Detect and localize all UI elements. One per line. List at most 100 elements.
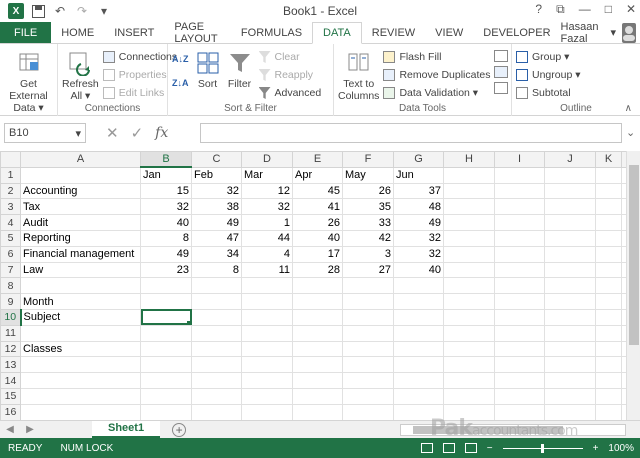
cell-d7[interactable]: 11 xyxy=(241,261,293,279)
sheet-tab-sheet1[interactable]: Sheet1 xyxy=(92,420,161,439)
cell-e16[interactable] xyxy=(292,403,343,421)
cell-c1[interactable]: Feb xyxy=(191,166,242,184)
cell-d1[interactable]: Mar xyxy=(241,166,293,184)
cell-i6[interactable] xyxy=(494,245,545,263)
cell-f6[interactable]: 3 xyxy=(342,245,394,263)
cell-d14[interactable] xyxy=(241,372,293,389)
edit-links-button[interactable]: Edit Links xyxy=(102,84,177,102)
sort-z-a-button[interactable]: Z↓A xyxy=(172,74,189,92)
cell-e12[interactable] xyxy=(292,340,343,358)
cell-j13[interactable] xyxy=(544,356,596,374)
cell-f13[interactable] xyxy=(342,356,394,374)
page-break-view-icon[interactable] xyxy=(464,443,477,453)
cell-e6[interactable]: 17 xyxy=(292,245,343,263)
normal-view-icon[interactable] xyxy=(420,443,433,453)
row-header-5[interactable]: 5 xyxy=(0,229,21,247)
cell-e4[interactable]: 26 xyxy=(292,214,343,231)
formula-input[interactable] xyxy=(200,123,622,143)
cell-j12[interactable] xyxy=(544,340,596,358)
zoom-level[interactable]: 100% xyxy=(608,443,634,454)
cell-h11[interactable] xyxy=(443,324,495,342)
vertical-scroll-thumb[interactable] xyxy=(629,165,639,345)
cell-g14[interactable] xyxy=(393,372,444,389)
close-icon[interactable]: ✕ xyxy=(626,2,636,17)
cell-a16[interactable] xyxy=(20,403,141,421)
flash-fill-button[interactable]: Flash Fill xyxy=(383,48,490,66)
cell-a1[interactable] xyxy=(20,166,141,184)
cell-c12[interactable] xyxy=(191,340,242,358)
collapse-ribbon-icon[interactable]: ∧ xyxy=(625,103,632,114)
cell-a5[interactable]: Reporting xyxy=(20,229,141,247)
cell-d16[interactable] xyxy=(241,403,293,421)
cell-j2[interactable] xyxy=(544,182,596,200)
cell-a3[interactable]: Tax xyxy=(20,198,141,216)
page-layout-view-icon[interactable] xyxy=(442,443,455,453)
cell-i10[interactable] xyxy=(494,308,545,326)
cell-g2[interactable]: 37 xyxy=(393,182,444,200)
cell-a14[interactable] xyxy=(20,372,141,389)
cell-g12[interactable] xyxy=(393,340,444,358)
what-if-analysis-icon[interactable] xyxy=(494,66,509,78)
column-header-j[interactable]: J xyxy=(544,151,596,168)
cell-h14[interactable] xyxy=(443,372,495,389)
cell-b8[interactable] xyxy=(140,277,192,295)
cell-k3[interactable] xyxy=(595,198,622,216)
cell-k6[interactable] xyxy=(595,245,622,263)
cell-g9[interactable] xyxy=(393,293,444,310)
cell-h1[interactable] xyxy=(443,166,495,184)
cell-a8[interactable] xyxy=(20,277,141,295)
row-header-16[interactable]: 16 xyxy=(0,403,21,421)
cell-i2[interactable] xyxy=(494,182,545,200)
row-header-1[interactable]: 1 xyxy=(0,166,21,184)
column-header-d[interactable]: D xyxy=(241,151,293,168)
cell-g4[interactable]: 49 xyxy=(393,214,444,231)
cell-h5[interactable] xyxy=(443,229,495,247)
cancel-icon[interactable]: ✕ xyxy=(106,124,119,142)
cell-a11[interactable] xyxy=(20,324,141,342)
cell-k1[interactable] xyxy=(595,166,622,184)
ungroup-button[interactable]: Ungroup ▾ xyxy=(516,66,636,84)
cell-b16[interactable] xyxy=(140,403,192,421)
cell-k10[interactable] xyxy=(595,308,622,326)
cell-d11[interactable] xyxy=(241,324,293,342)
cell-e8[interactable] xyxy=(292,277,343,295)
expand-formula-bar-icon[interactable]: ⌄ xyxy=(626,126,635,139)
cell-h13[interactable] xyxy=(443,356,495,374)
cell-e2[interactable]: 45 xyxy=(292,182,343,200)
subtotal-button[interactable]: Subtotal xyxy=(516,84,636,102)
cell-g3[interactable]: 48 xyxy=(393,198,444,216)
cell-h8[interactable] xyxy=(443,277,495,295)
cell-a10[interactable]: Subject xyxy=(20,308,141,326)
group-button[interactable]: Group ▾ xyxy=(516,48,636,66)
cell-d15[interactable] xyxy=(241,387,293,405)
cell-c16[interactable] xyxy=(191,403,242,421)
get-external-data-button[interactable]: Get External Data ▾ xyxy=(4,50,53,114)
tab-view[interactable]: VIEW xyxy=(425,22,473,43)
cell-d12[interactable] xyxy=(241,340,293,358)
tab-developer[interactable]: DEVELOPER xyxy=(473,22,560,43)
column-header-e[interactable]: E xyxy=(292,151,343,168)
cell-b4[interactable]: 40 xyxy=(140,214,192,231)
cell-d5[interactable]: 44 xyxy=(241,229,293,247)
cell-f9[interactable] xyxy=(342,293,394,310)
row-header-4[interactable]: 4 xyxy=(0,214,21,231)
cell-g8[interactable] xyxy=(393,277,444,295)
cell-e5[interactable]: 40 xyxy=(292,229,343,247)
name-box-dropdown-icon[interactable]: ▾ xyxy=(75,127,81,140)
add-sheet-icon[interactable]: + xyxy=(172,422,187,437)
cell-a7[interactable]: Law xyxy=(20,261,141,279)
tab-data[interactable]: DATA xyxy=(312,22,362,44)
cell-h6[interactable] xyxy=(443,245,495,263)
cell-c9[interactable] xyxy=(191,293,242,310)
cell-e11[interactable] xyxy=(292,324,343,342)
cell-c8[interactable] xyxy=(191,277,242,295)
cell-f10[interactable] xyxy=(342,308,394,326)
cell-k13[interactable] xyxy=(595,356,622,374)
cell-c14[interactable] xyxy=(191,372,242,389)
row-header-14[interactable]: 14 xyxy=(0,372,21,389)
cell-g1[interactable]: Jun xyxy=(393,166,444,184)
user-account[interactable]: Hasaan Fazal ▾ xyxy=(561,21,640,45)
cell-c15[interactable] xyxy=(191,387,242,405)
horizontal-scrollbar[interactable] xyxy=(400,424,626,436)
cell-g16[interactable] xyxy=(393,403,444,421)
